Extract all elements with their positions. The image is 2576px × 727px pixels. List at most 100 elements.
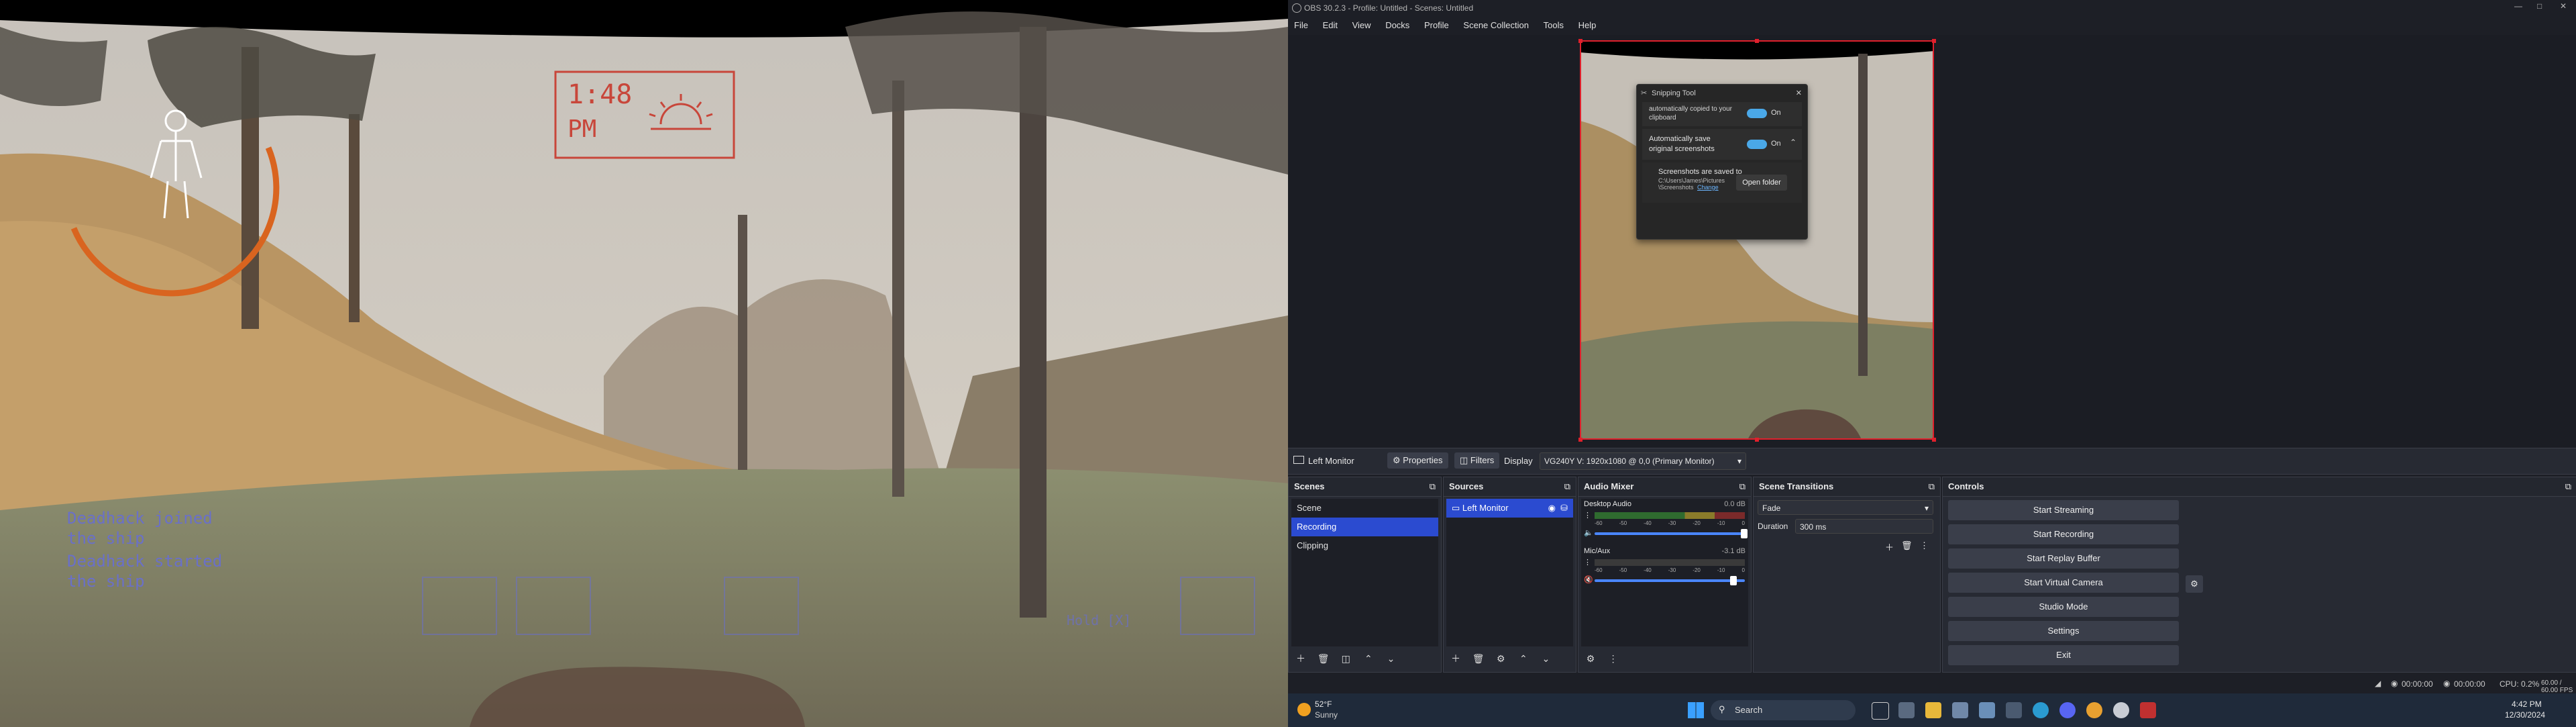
- menu-bar: File Edit View Docks Profile Scene Colle…: [1288, 16, 2576, 35]
- more-icon[interactable]: ⋮: [1605, 650, 1621, 667]
- scene-item[interactable]: Clipping: [1291, 536, 1438, 555]
- task-view-icon[interactable]: [1872, 702, 1889, 720]
- move-up-icon[interactable]: ⌃: [1515, 650, 1532, 667]
- start-recording-button[interactable]: Start Recording: [1948, 524, 2179, 544]
- menu-scene-collection[interactable]: Scene Collection: [1457, 16, 1535, 35]
- more-icon[interactable]: ⋮: [1584, 558, 1591, 567]
- menu-file[interactable]: File: [1288, 16, 1314, 35]
- trash-icon[interactable]: 🗑: [1470, 650, 1487, 667]
- transform-handle[interactable]: [1932, 438, 1936, 442]
- controls-title: Controls: [1948, 481, 1984, 491]
- snipping-tool-icon[interactable]: [1952, 702, 1968, 718]
- mute-icon[interactable]: 🔇: [1584, 575, 1593, 584]
- add-icon[interactable]: ＋: [1885, 540, 1894, 553]
- transform-handle[interactable]: [1578, 438, 1582, 442]
- slider-handle[interactable]: [1730, 576, 1737, 585]
- start-streaming-button[interactable]: Start Streaming: [1948, 500, 2179, 520]
- move-down-icon[interactable]: ⌄: [1383, 650, 1399, 667]
- menu-tools[interactable]: Tools: [1538, 16, 1570, 35]
- network-icon: ◢: [2375, 679, 2381, 688]
- file-explorer-icon[interactable]: [1925, 702, 1941, 718]
- undock-icon[interactable]: ⧉: [2565, 477, 2571, 496]
- taskbar-search[interactable]: ⚲ Search: [1711, 700, 1856, 720]
- open-folder-button[interactable]: Open folder: [1736, 175, 1787, 191]
- search-icon: ⚲: [1719, 704, 1725, 714]
- more-icon[interactable]: ⋮: [1920, 540, 1929, 551]
- move-down-icon[interactable]: ⌄: [1538, 650, 1554, 667]
- meter-scale: -60 -50 -40 -30 -20 -10 0: [1595, 520, 1745, 526]
- eye-icon[interactable]: ◉: [1548, 499, 1556, 518]
- volume-slider[interactable]: [1595, 532, 1745, 535]
- add-icon[interactable]: ＋: [1448, 650, 1464, 667]
- undock-icon[interactable]: ⧉: [1739, 477, 1746, 496]
- minimize-icon[interactable]: —: [2514, 1, 2522, 11]
- source-item[interactable]: ▭ Left Monitor ◉ ⛁: [1446, 499, 1573, 518]
- undock-icon[interactable]: ⧉: [1564, 477, 1570, 496]
- menu-edit[interactable]: Edit: [1317, 16, 1344, 35]
- notepad-icon[interactable]: [1979, 702, 1995, 718]
- start-virtual-camera-button[interactable]: Start Virtual Camera: [1948, 573, 2179, 593]
- undock-icon[interactable]: ⧉: [1929, 477, 1935, 496]
- settings-button[interactable]: Settings: [1948, 621, 2179, 641]
- preview-area[interactable]: ✂ Snipping Tool ✕ automatically copied t…: [1288, 35, 2576, 448]
- snip-close-icon[interactable]: ✕: [1796, 85, 1802, 102]
- menu-docks[interactable]: Docks: [1379, 16, 1415, 35]
- edge-icon[interactable]: [2033, 702, 2049, 718]
- clock-date[interactable]: 12/30/2024: [2505, 710, 2545, 720]
- lock-icon[interactable]: ⛁: [1560, 499, 1568, 518]
- trash-icon[interactable]: 🗑: [1901, 540, 1913, 551]
- transition-select[interactable]: Fade ▾: [1758, 500, 1933, 515]
- scene-item[interactable]: Recording: [1291, 518, 1438, 536]
- steam-icon[interactable]: [2113, 702, 2129, 718]
- window-title: OBS 30.2.3 - Profile: Untitled - Scenes:…: [1304, 3, 1474, 13]
- add-icon[interactable]: ＋: [1293, 650, 1309, 667]
- log-line: Deadhack started: [67, 552, 223, 571]
- undock-icon[interactable]: ⧉: [1430, 477, 1436, 496]
- chrome-icon[interactable]: [2086, 702, 2102, 718]
- virtual-camera-gear-icon[interactable]: ⚙: [2186, 575, 2203, 593]
- volume-slider[interactable]: [1595, 579, 1745, 582]
- move-up-icon[interactable]: ⌃: [1360, 650, 1377, 667]
- duration-spinbox[interactable]: 300 ms: [1795, 519, 1933, 534]
- display-select[interactable]: VG240Y V: 1920x1080 @ 0,0 (Primary Monit…: [1540, 452, 1746, 470]
- gear-icon[interactable]: ⚙: [1582, 650, 1599, 667]
- scenes-header: Scenes ⧉: [1289, 477, 1441, 497]
- slider-handle[interactable]: [1741, 529, 1748, 538]
- toggle-switch[interactable]: [1747, 109, 1767, 118]
- filters-button[interactable]: ◫ Filters: [1454, 452, 1500, 469]
- monitor-icon: ▭: [1452, 503, 1460, 513]
- start-replay-buffer-button[interactable]: Start Replay Buffer: [1948, 548, 2179, 569]
- transform-handle[interactable]: [1755, 39, 1759, 43]
- calculator-icon[interactable]: [2006, 702, 2022, 718]
- exit-button[interactable]: Exit: [1948, 645, 2179, 665]
- scene-item[interactable]: Scene: [1291, 499, 1438, 518]
- filter-icon[interactable]: ◫: [1338, 650, 1354, 667]
- menu-view[interactable]: View: [1346, 16, 1377, 35]
- clock-time[interactable]: 4:42 PM: [2512, 699, 2542, 709]
- gear-icon: ⚙: [1393, 455, 1401, 465]
- close-icon[interactable]: ✕: [2560, 1, 2567, 11]
- transform-handle[interactable]: [1755, 438, 1759, 442]
- transform-handle[interactable]: [1578, 39, 1582, 43]
- trash-icon[interactable]: 🗑: [1316, 650, 1332, 667]
- change-link[interactable]: Change: [1697, 184, 1719, 191]
- settings-app-icon[interactable]: [1898, 702, 1915, 718]
- discord-icon[interactable]: [2059, 702, 2076, 718]
- windows-start-icon[interactable]: [1688, 702, 1704, 718]
- weather-icon[interactable]: [1297, 703, 1311, 716]
- transform-handle[interactable]: [1932, 39, 1936, 43]
- studio-mode-button[interactable]: Studio Mode: [1948, 597, 2179, 617]
- properties-button[interactable]: ⚙ Properties: [1387, 452, 1448, 469]
- scene-transitions-dock: Scene Transitions ⧉ Fade ▾ Duration 300 …: [1753, 477, 1941, 673]
- chevron-up-icon[interactable]: ⌃: [1790, 138, 1796, 147]
- snip-title-bar: ✂ Snipping Tool ✕: [1637, 85, 1807, 102]
- scenes-footer: ＋ 🗑 ◫ ⌃ ⌄: [1293, 650, 1403, 668]
- maximize-icon[interactable]: □: [2537, 1, 2542, 11]
- toggle-switch[interactable]: [1747, 140, 1767, 149]
- obs-app-icon[interactable]: [2140, 702, 2156, 718]
- speaker-icon[interactable]: 🔈: [1584, 528, 1593, 537]
- more-icon[interactable]: ⋮: [1584, 511, 1591, 520]
- menu-profile[interactable]: Profile: [1418, 16, 1455, 35]
- gear-icon[interactable]: ⚙: [1493, 650, 1509, 667]
- menu-help[interactable]: Help: [1572, 16, 1603, 35]
